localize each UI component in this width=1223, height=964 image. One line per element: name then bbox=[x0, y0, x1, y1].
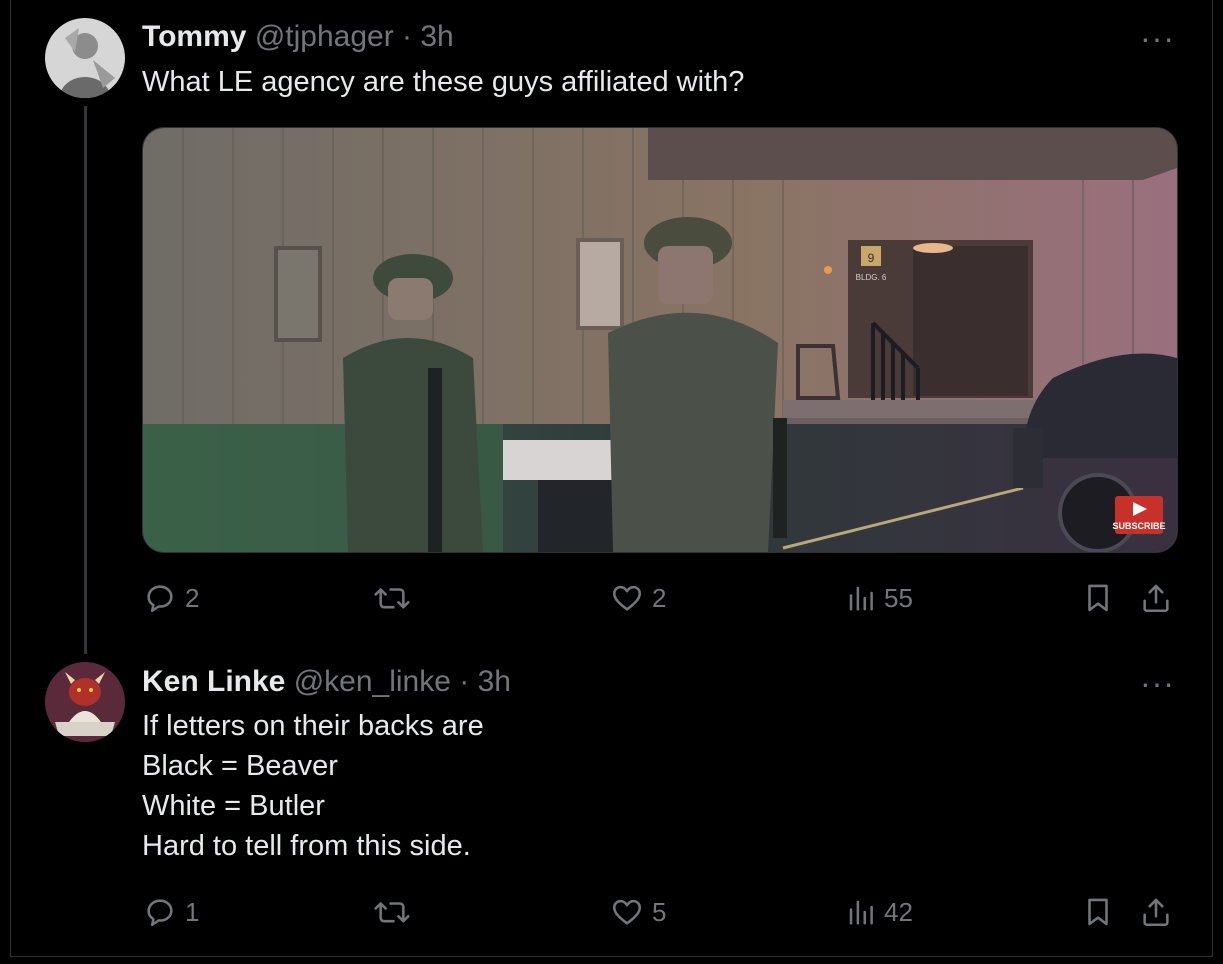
separator-dot: · bbox=[402, 20, 413, 53]
like-count: 5 bbox=[652, 896, 667, 927]
tweet-2[interactable]: Ken Linke @ken_linke · 3h ··· If letters… bbox=[0, 650, 1223, 956]
tweet-text-line: Hard to tell from this side. bbox=[142, 830, 471, 862]
tweet-text: What LE agency are these guys affiliated… bbox=[142, 62, 744, 102]
tweet-text-line: What LE agency are these guys affiliated… bbox=[142, 66, 745, 98]
timestamp[interactable]: 3h bbox=[478, 665, 511, 698]
heart-icon bbox=[612, 585, 642, 611]
bookmark-button[interactable] bbox=[1081, 578, 1115, 618]
share-button[interactable] bbox=[1139, 578, 1173, 618]
tweet-media-video[interactable]: 9 BLDG. 6 SUBSCRIBE bbox=[142, 127, 1178, 553]
building-sign-text: BLDG. 6 bbox=[856, 273, 887, 282]
building-sign-number: 9 bbox=[868, 251, 875, 265]
author-name[interactable]: Ken Linke bbox=[142, 665, 285, 698]
tweet-text-line: Black = Beaver bbox=[142, 750, 338, 782]
like-button[interactable]: 5 bbox=[610, 892, 666, 932]
tweet-actions: 1 5 42 bbox=[0, 892, 1223, 932]
like-button[interactable]: 2 bbox=[610, 578, 666, 618]
avatar-image bbox=[45, 662, 125, 742]
retweet-icon bbox=[374, 588, 410, 609]
views-count: 42 bbox=[884, 896, 913, 927]
bookmark-icon bbox=[1088, 584, 1108, 612]
tweet-text: If letters on their backs are Black = Be… bbox=[142, 706, 484, 866]
views-icon bbox=[849, 586, 873, 611]
retweet-button[interactable] bbox=[372, 578, 420, 618]
views-count: 55 bbox=[884, 582, 913, 613]
avatar-image bbox=[45, 18, 125, 98]
timestamp[interactable]: 3h bbox=[420, 20, 453, 53]
views-icon bbox=[849, 900, 873, 925]
tweet-text-line: If letters on their backs are bbox=[142, 710, 484, 742]
like-count: 2 bbox=[652, 582, 667, 613]
tweet-text-line: White = Butler bbox=[142, 790, 325, 822]
bookmark-button[interactable] bbox=[1081, 892, 1115, 932]
views-button[interactable]: 42 bbox=[846, 892, 913, 932]
reply-button[interactable]: 2 bbox=[143, 578, 199, 618]
reply-count: 2 bbox=[185, 582, 200, 613]
separator-dot: · bbox=[459, 665, 470, 698]
author-name[interactable]: Tommy bbox=[142, 20, 246, 53]
tweet-actions: 2 2 55 bbox=[0, 578, 1223, 618]
reply-icon bbox=[147, 899, 173, 927]
reply-count: 1 bbox=[185, 896, 200, 927]
video-subscribe-badge: SUBSCRIBE bbox=[1112, 521, 1165, 531]
bookmark-icon bbox=[1088, 898, 1108, 926]
more-icon[interactable]: ··· bbox=[1140, 22, 1175, 54]
video-frame: 9 BLDG. 6 SUBSCRIBE bbox=[143, 128, 1177, 552]
tweet-header: Tommy @tjphager · 3h bbox=[142, 20, 454, 54]
tweet-header: Ken Linke @ken_linke · 3h bbox=[142, 665, 511, 699]
author-handle[interactable]: @ken_linke bbox=[294, 665, 451, 698]
share-button[interactable] bbox=[1139, 892, 1173, 932]
heart-icon bbox=[612, 899, 642, 925]
views-button[interactable]: 55 bbox=[846, 578, 913, 618]
more-icon[interactable]: ··· bbox=[1140, 667, 1175, 699]
author-handle[interactable]: @tjphager bbox=[255, 20, 394, 53]
tweet-1[interactable]: Tommy @tjphager · 3h ··· What LE agency … bbox=[0, 0, 1223, 650]
retweet-button[interactable] bbox=[372, 892, 420, 932]
share-icon bbox=[1143, 584, 1169, 613]
reply-button[interactable]: 1 bbox=[143, 892, 199, 932]
avatar[interactable] bbox=[45, 18, 125, 98]
avatar[interactable] bbox=[45, 662, 125, 742]
share-icon bbox=[1143, 898, 1169, 927]
reply-icon bbox=[147, 585, 173, 613]
retweet-icon bbox=[374, 902, 410, 923]
